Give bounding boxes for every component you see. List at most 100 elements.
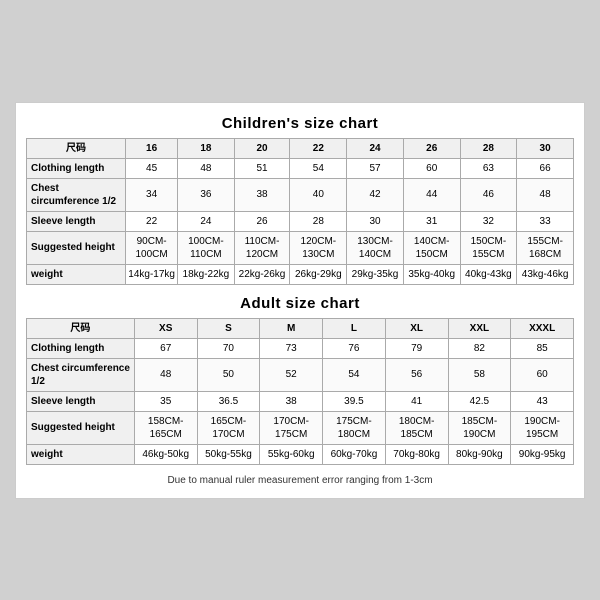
cell-value: 130CM-140CM: [347, 231, 404, 264]
cell-value: 90kg-95kg: [511, 444, 574, 464]
table-row: Suggested height158CM-165CM165CM-170CM17…: [27, 411, 574, 444]
row-label: Sleeve length: [27, 211, 126, 231]
cell-value: 57: [347, 158, 404, 178]
cell-value: 50: [197, 358, 260, 391]
table-row: Chest circumference 1/248505254565860: [27, 358, 574, 391]
cell-value: 70kg-80kg: [385, 444, 448, 464]
cell-value: 26kg-29kg: [290, 264, 347, 284]
cell-value: 35: [134, 391, 197, 411]
col-header-size: L: [323, 318, 386, 338]
measurement-note: Due to manual ruler measurement error ra…: [26, 475, 574, 486]
cell-value: 170CM-175CM: [260, 411, 323, 444]
cell-value: 63: [460, 158, 517, 178]
size-chart-card: Children's size chart 尺码1618202224262830…: [15, 102, 585, 499]
cell-value: 73: [260, 338, 323, 358]
table-row: Chest circumference 1/23436384042444648: [27, 178, 574, 211]
cell-value: 60: [403, 158, 460, 178]
cell-value: 35kg-40kg: [403, 264, 460, 284]
cell-value: 67: [134, 338, 197, 358]
cell-value: 175CM-180CM: [323, 411, 386, 444]
col-header-label: 尺码: [27, 318, 135, 338]
cell-value: 60kg-70kg: [323, 444, 386, 464]
cell-value: 41: [385, 391, 448, 411]
row-label: Suggested height: [27, 411, 135, 444]
cell-value: 190CM-195CM: [511, 411, 574, 444]
cell-value: 79: [385, 338, 448, 358]
cell-value: 30: [347, 211, 404, 231]
row-label: weight: [27, 444, 135, 464]
cell-value: 155CM-168CM: [517, 231, 574, 264]
cell-value: 40: [290, 178, 347, 211]
cell-value: 32: [460, 211, 517, 231]
table-row: Clothing length4548515457606366: [27, 158, 574, 178]
cell-value: 28: [290, 211, 347, 231]
cell-value: 24: [178, 211, 234, 231]
cell-value: 26: [234, 211, 290, 231]
cell-value: 44: [403, 178, 460, 211]
cell-value: 18kg-22kg: [178, 264, 234, 284]
table-row: weight46kg-50kg50kg-55kg55kg-60kg60kg-70…: [27, 444, 574, 464]
cell-value: 33: [517, 211, 574, 231]
col-header-label: 尺码: [27, 138, 126, 158]
cell-value: 43kg-46kg: [517, 264, 574, 284]
cell-value: 52: [260, 358, 323, 391]
cell-value: 40kg-43kg: [460, 264, 517, 284]
cell-value: 48: [517, 178, 574, 211]
col-header-size: 18: [178, 138, 234, 158]
col-header-size: XXL: [448, 318, 511, 338]
cell-value: 185CM-190CM: [448, 411, 511, 444]
cell-value: 140CM-150CM: [403, 231, 460, 264]
cell-value: 36.5: [197, 391, 260, 411]
cell-value: 42: [347, 178, 404, 211]
cell-value: 43: [511, 391, 574, 411]
col-header-size: S: [197, 318, 260, 338]
cell-value: 48: [134, 358, 197, 391]
table-row: Clothing length67707376798285: [27, 338, 574, 358]
cell-value: 38: [260, 391, 323, 411]
col-header-size: XL: [385, 318, 448, 338]
cell-value: 46: [460, 178, 517, 211]
cell-value: 54: [323, 358, 386, 391]
cell-value: 38: [234, 178, 290, 211]
cell-value: 100CM-110CM: [178, 231, 234, 264]
children-chart-title: Children's size chart: [26, 115, 574, 132]
col-header-size: 26: [403, 138, 460, 158]
cell-value: 39.5: [323, 391, 386, 411]
cell-value: 14kg-17kg: [126, 264, 178, 284]
col-header-size: 30: [517, 138, 574, 158]
col-header-size: 16: [126, 138, 178, 158]
col-header-size: 22: [290, 138, 347, 158]
row-label: Clothing length: [27, 158, 126, 178]
row-label: Chest circumference 1/2: [27, 178, 126, 211]
cell-value: 82: [448, 338, 511, 358]
cell-value: 150CM-155CM: [460, 231, 517, 264]
col-header-size: M: [260, 318, 323, 338]
cell-value: 56: [385, 358, 448, 391]
cell-value: 58: [448, 358, 511, 391]
cell-value: 60: [511, 358, 574, 391]
row-label: weight: [27, 264, 126, 284]
adult-size-table: 尺码XSSMLXLXXLXXXL Clothing length67707376…: [26, 318, 574, 465]
cell-value: 45: [126, 158, 178, 178]
table-row: weight14kg-17kg18kg-22kg22kg-26kg26kg-29…: [27, 264, 574, 284]
cell-value: 29kg-35kg: [347, 264, 404, 284]
row-label: Suggested height: [27, 231, 126, 264]
cell-value: 48: [178, 158, 234, 178]
table-row: Sleeve length2224262830313233: [27, 211, 574, 231]
cell-value: 51: [234, 158, 290, 178]
col-header-size: 24: [347, 138, 404, 158]
row-label: Clothing length: [27, 338, 135, 358]
cell-value: 66: [517, 158, 574, 178]
cell-value: 120CM-130CM: [290, 231, 347, 264]
children-size-table: 尺码1618202224262830 Clothing length454851…: [26, 138, 574, 285]
cell-value: 54: [290, 158, 347, 178]
col-header-size: 20: [234, 138, 290, 158]
table-row: Sleeve length3536.53839.54142.543: [27, 391, 574, 411]
cell-value: 70: [197, 338, 260, 358]
table-row: Suggested height90CM-100CM100CM-110CM110…: [27, 231, 574, 264]
col-header-size: XS: [134, 318, 197, 338]
cell-value: 55kg-60kg: [260, 444, 323, 464]
cell-value: 180CM-185CM: [385, 411, 448, 444]
cell-value: 158CM-165CM: [134, 411, 197, 444]
col-header-size: 28: [460, 138, 517, 158]
